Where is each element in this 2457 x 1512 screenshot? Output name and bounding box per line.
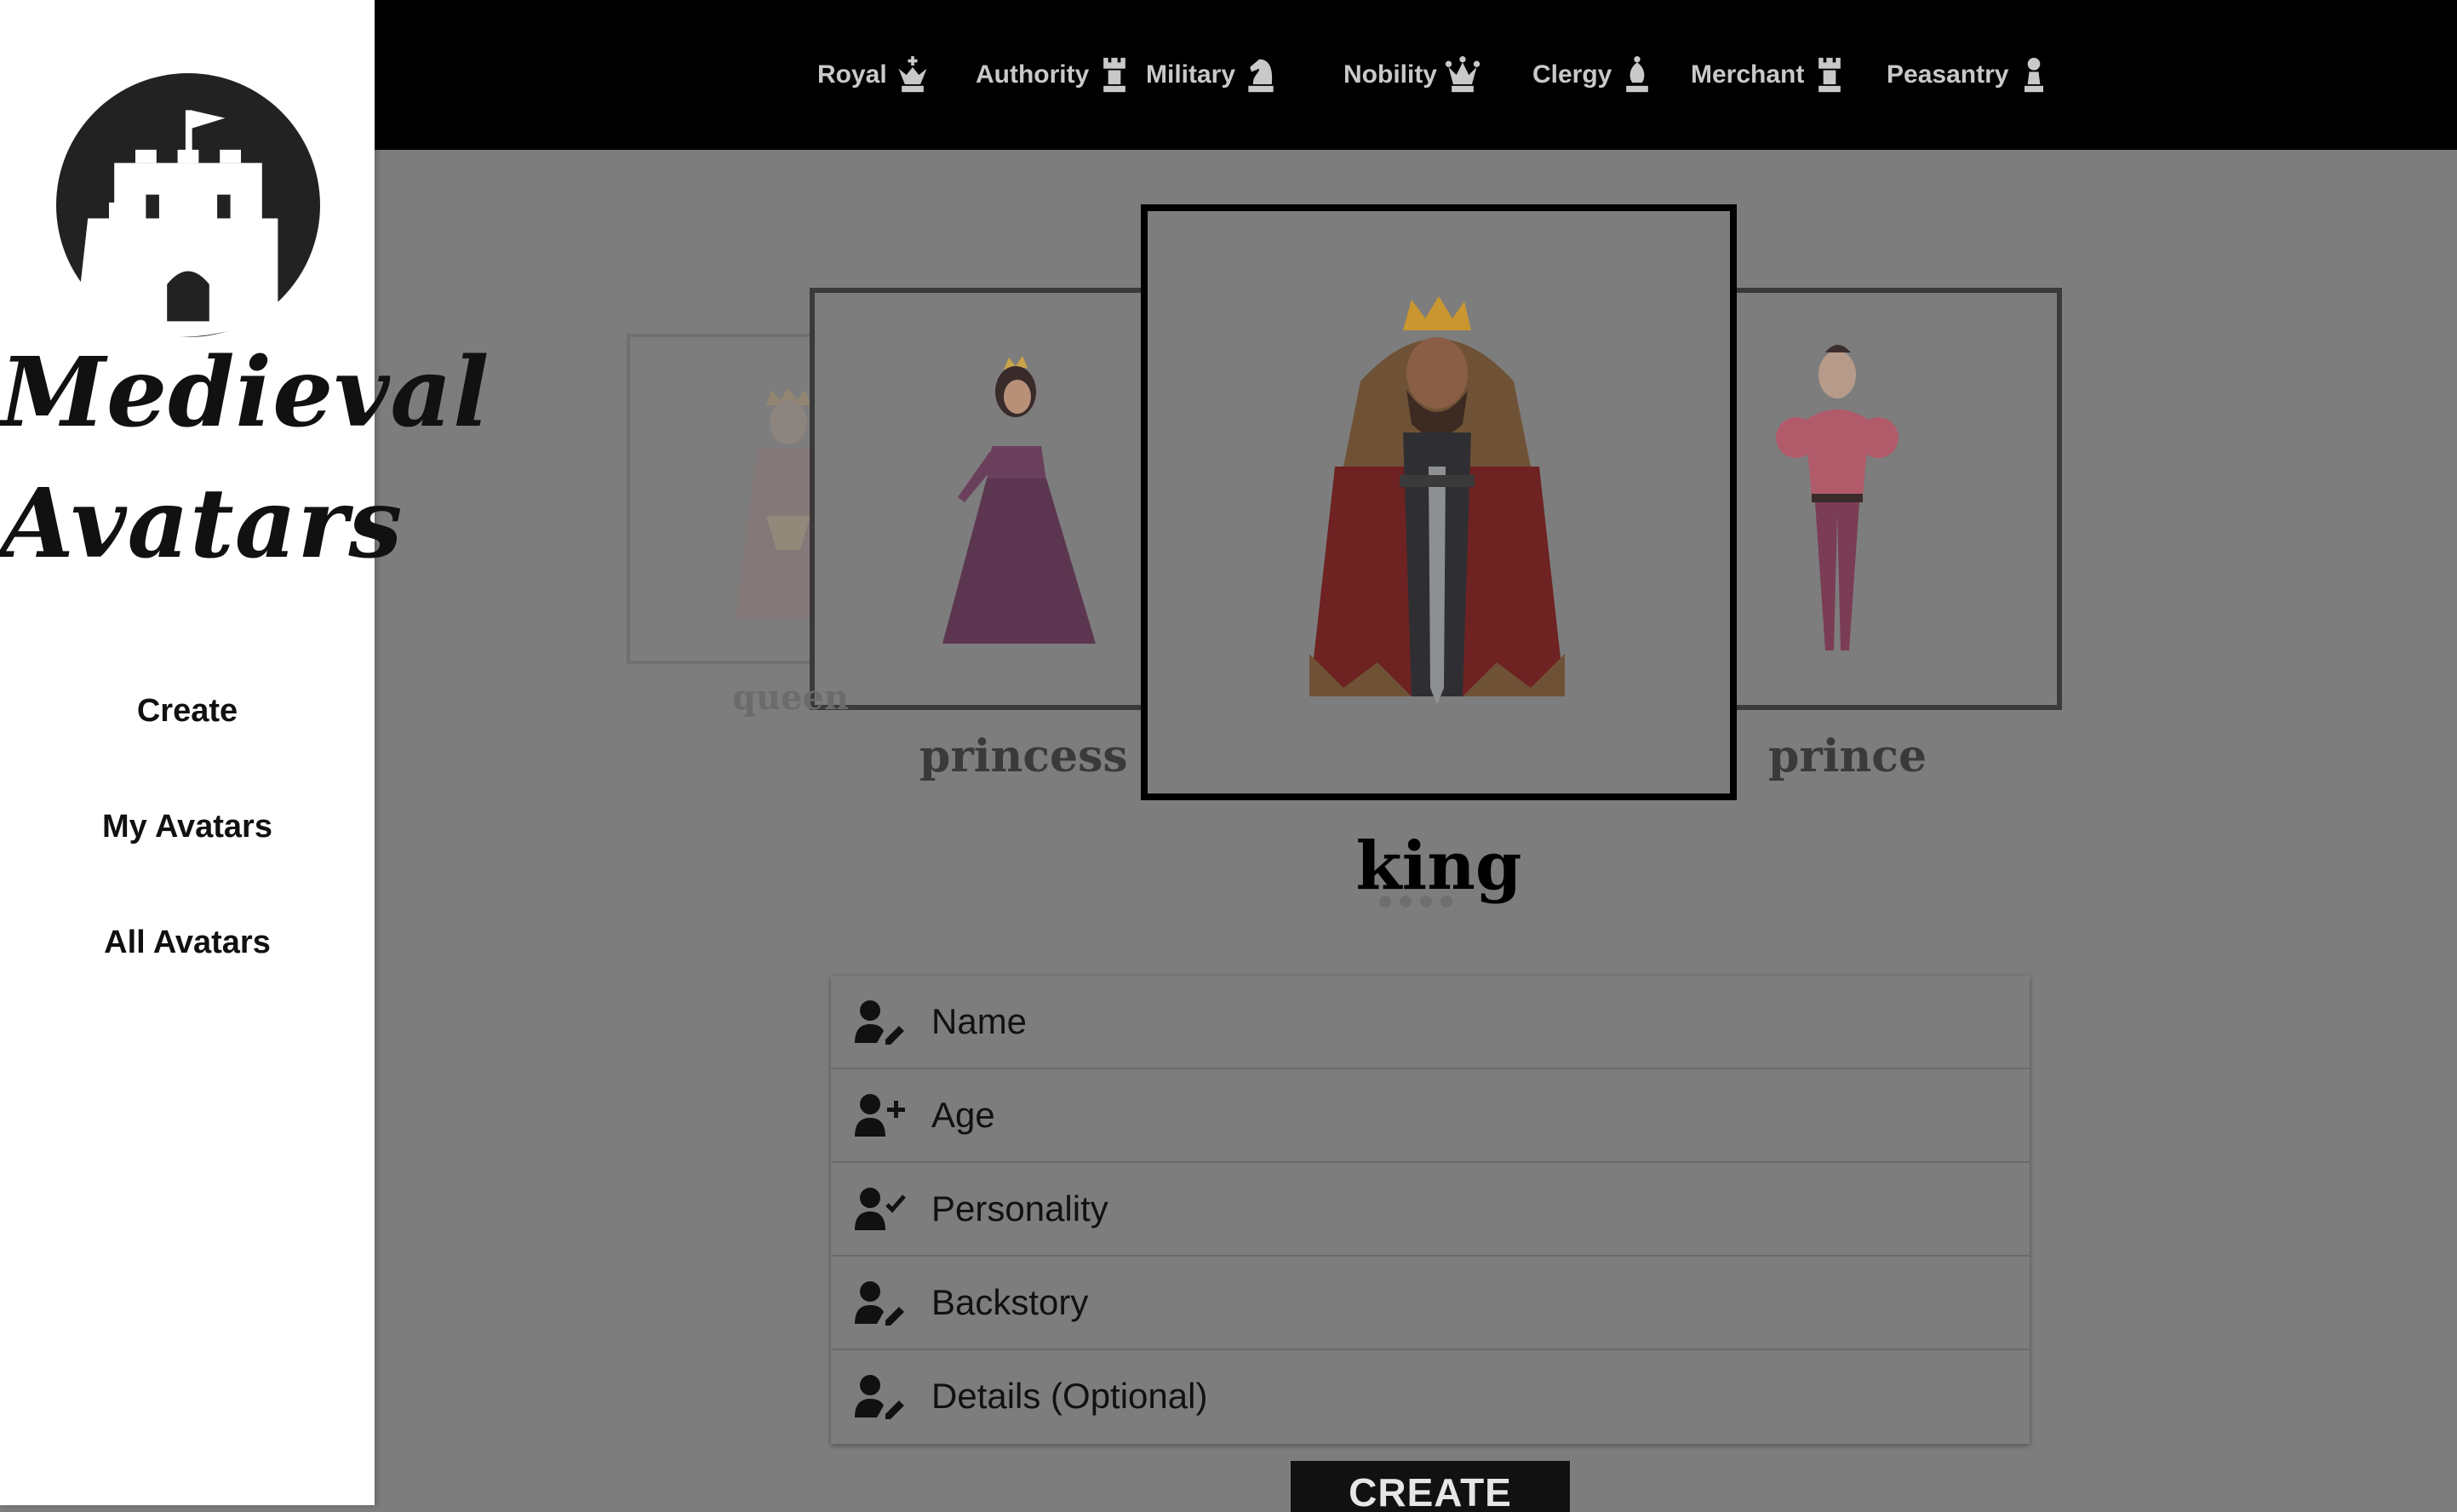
avatar-card-king[interactable]	[1141, 204, 1737, 800]
sidebar-item-my-avatars[interactable]: My Avatars	[0, 809, 375, 845]
carousel-dots	[1379, 896, 1452, 908]
avatar-form: Name Age Personality Backstory Details (…	[831, 976, 2030, 1444]
brand-title-line2: Avatars	[0, 468, 404, 580]
details-placeholder: Details (Optional)	[931, 1376, 1208, 1416]
chess-knight-icon	[1248, 59, 1274, 93]
category-label: Royal	[817, 60, 887, 89]
user-plus-icon	[855, 1094, 905, 1137]
sidebar: Medieval Avatars Create My Avatars All A…	[0, 0, 490, 1505]
chess-queen-icon	[1445, 56, 1480, 93]
category-label: Merchant	[1691, 60, 1805, 89]
category-label: Authority	[976, 60, 1090, 89]
sidebar-item-create[interactable]: Create	[0, 693, 375, 730]
age-placeholder: Age	[931, 1095, 995, 1135]
brand-title-line1: Medieval	[0, 337, 490, 449]
category-military[interactable]: Military	[1146, 51, 1280, 99]
avatar-label-king: king	[1355, 828, 1522, 905]
category-label: Peasantry	[1887, 60, 2009, 89]
name-placeholder: Name	[931, 1001, 1028, 1041]
chess-rook-icon	[1103, 57, 1126, 93]
backstory-field[interactable]: Backstory	[831, 1257, 2030, 1350]
category-nobility[interactable]: Nobility	[1343, 51, 1481, 99]
princess-figure	[942, 356, 1096, 644]
carousel-dot[interactable]	[1400, 896, 1412, 908]
user-edit-icon	[855, 1281, 904, 1326]
category-label: Nobility	[1343, 60, 1437, 89]
create-button[interactable]: CREATE	[1291, 1461, 1570, 1512]
category-authority[interactable]: Authority	[976, 51, 1133, 99]
avatar-card-prince[interactable]	[1721, 288, 2062, 710]
details-field[interactable]: Details (Optional)	[831, 1350, 2030, 1442]
prince-figure	[1776, 345, 1899, 650]
king-figure	[1309, 296, 1565, 705]
chess-bishop-icon	[1626, 56, 1649, 93]
carousel-dot[interactable]	[1420, 896, 1432, 908]
chess-pawn-icon	[2025, 57, 2044, 93]
backstory-placeholder: Backstory	[931, 1282, 1089, 1322]
castle-icon[interactable]	[56, 73, 320, 337]
avatar-label-prince: prince	[1767, 730, 1927, 782]
category-royal[interactable]: Royal	[817, 51, 931, 99]
user-check-icon	[855, 1188, 906, 1230]
category-clergy[interactable]: Clergy	[1532, 51, 1656, 99]
category-peasantry[interactable]: Peasantry	[1887, 51, 2053, 99]
avatar-card-princess[interactable]	[810, 288, 1150, 710]
avatar-label-princess: princess	[919, 730, 1128, 782]
category-merchant[interactable]: Merchant	[1691, 51, 1848, 99]
personality-field[interactable]: Personality	[831, 1163, 2030, 1257]
carousel-dot[interactable]	[1379, 896, 1391, 908]
avatar-label-queen: queen	[732, 678, 850, 718]
name-field[interactable]: Name	[831, 976, 2030, 1069]
category-label: Military	[1146, 60, 1236, 89]
chess-king-icon	[898, 56, 927, 93]
category-label: Clergy	[1532, 60, 1612, 89]
age-field[interactable]: Age	[831, 1069, 2030, 1163]
personality-placeholder: Personality	[931, 1188, 1108, 1228]
sidebar-item-all-avatars[interactable]: All Avatars	[0, 925, 375, 961]
user-edit-icon	[855, 1375, 904, 1419]
chess-rook-icon	[1818, 57, 1841, 93]
category-bar: Royal Authority Military Nobility Clergy	[375, 0, 2457, 150]
carousel-dot[interactable]	[1440, 896, 1452, 908]
user-edit-icon	[855, 1000, 904, 1045]
